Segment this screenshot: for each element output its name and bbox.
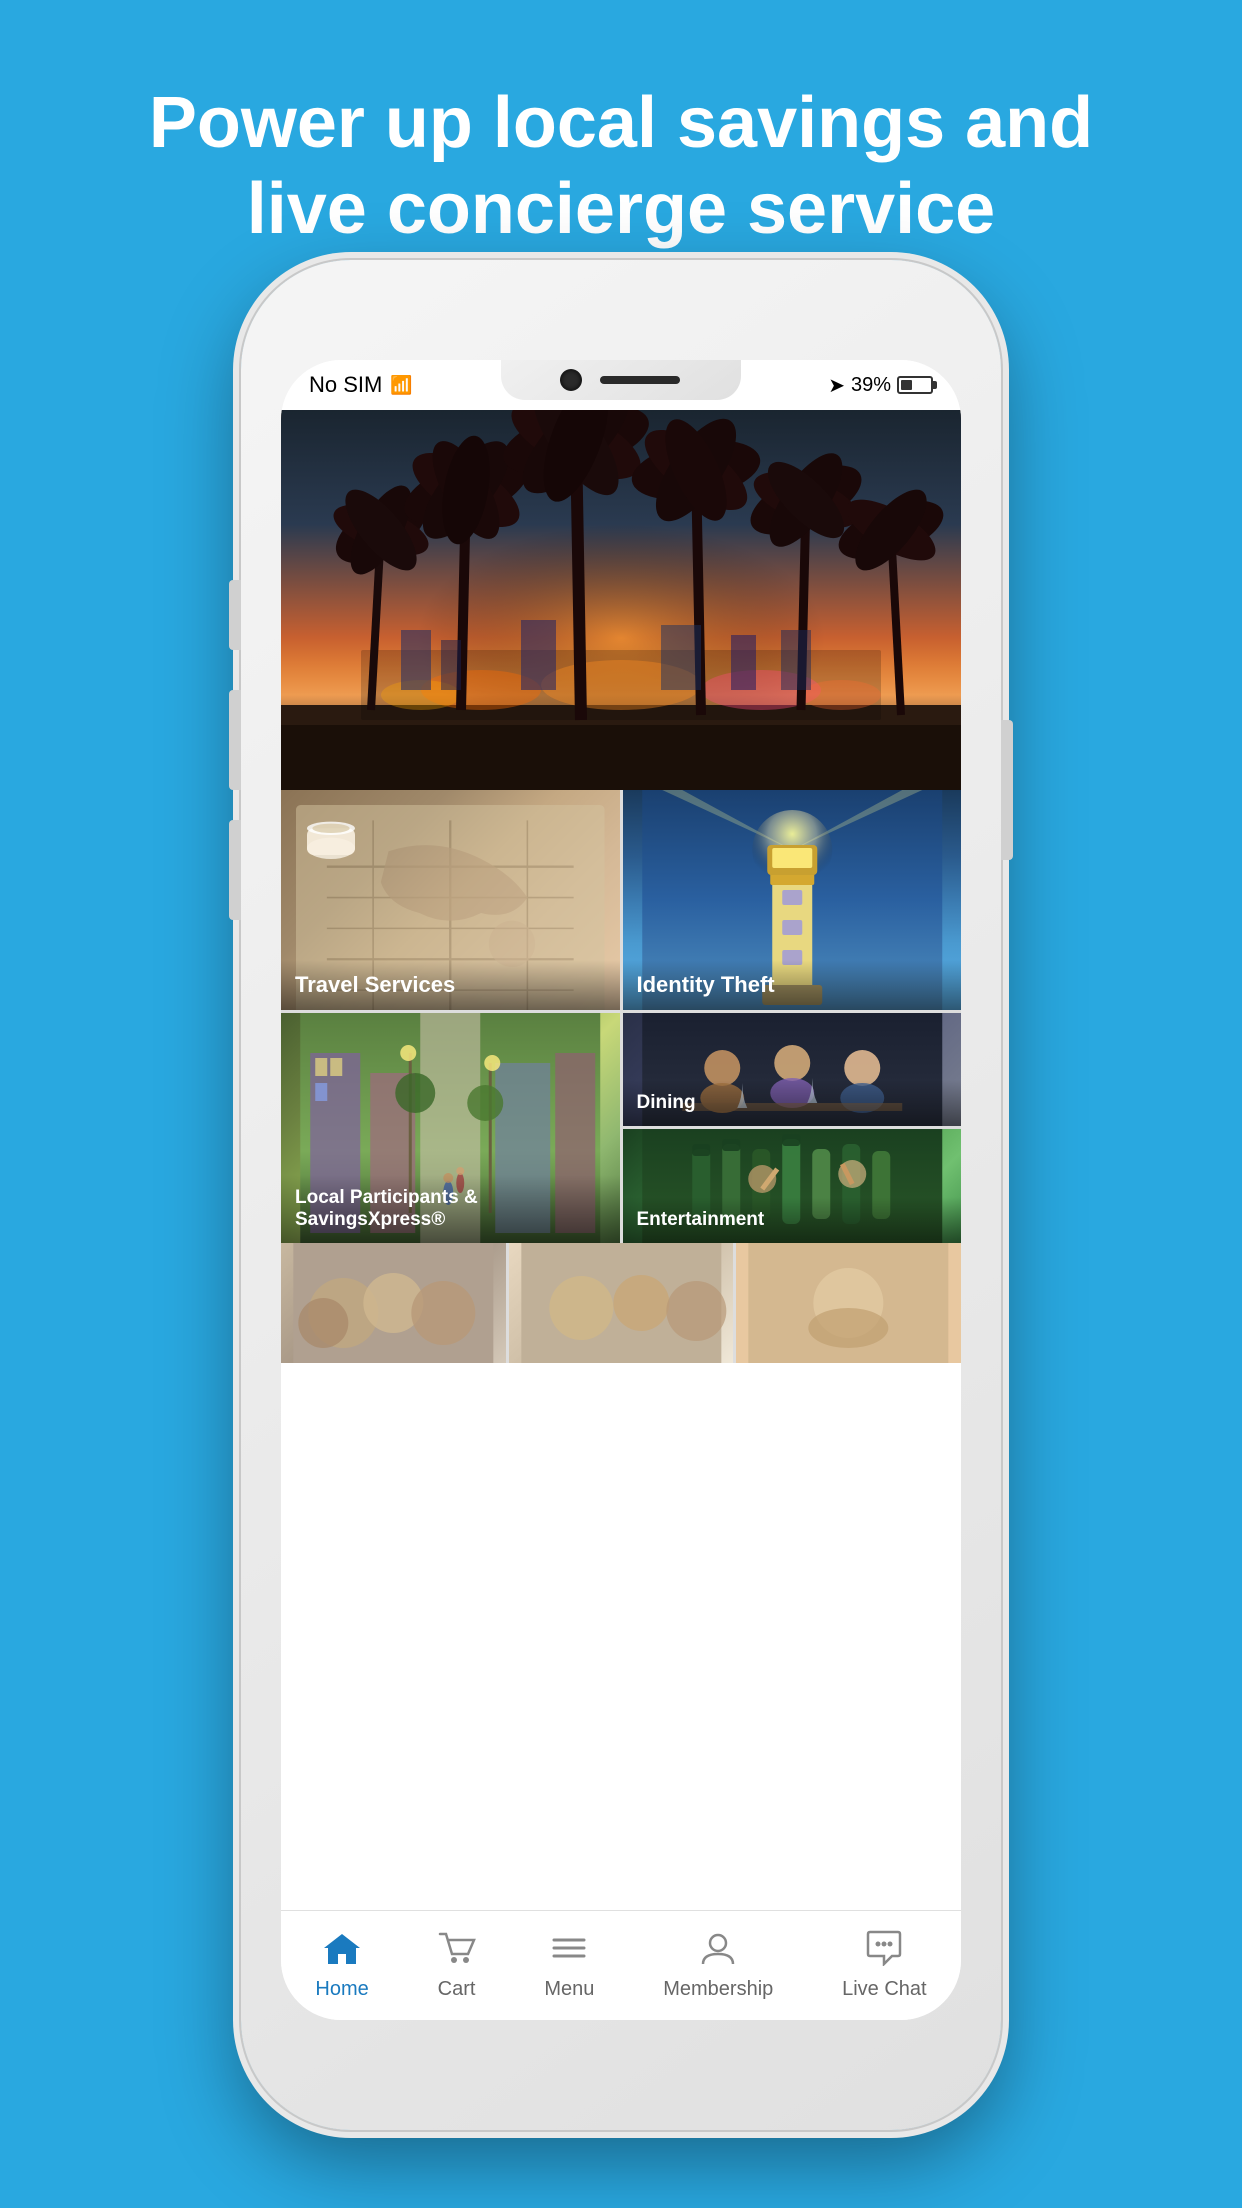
nav-item-menu[interactable]: Menu [544,1930,594,2001]
battery-bar [897,376,933,394]
nav-item-livechat[interactable]: Live Chat [842,1930,927,2001]
dining-label: Dining [623,1080,962,1126]
bottom-nav: Home Cart [281,1910,961,2020]
hero-headline: Power up local savings and live concierg… [0,0,1242,293]
membership-label: Membership [663,1978,773,2001]
right-column: Dining [623,1013,962,1243]
hero-image [281,410,961,790]
speaker-slot [600,376,680,384]
partial-tile-3[interactable] [736,1243,961,1363]
palm-trees [281,410,961,790]
partial-tile-2[interactable] [509,1243,734,1363]
location-icon: ➤ [828,373,845,398]
menu-label: Menu [544,1978,594,2001]
battery-indicator [897,376,933,394]
nav-item-cart[interactable]: Cart [438,1930,476,2001]
partial-illustration-1 [281,1243,506,1363]
battery-percent: 39% [851,374,891,397]
cart-label: Cart [438,1978,476,2001]
category-tile-travel[interactable]: Travel Services [281,790,620,1010]
livechat-label: Live Chat [842,1978,927,2001]
partial-bottom-row [281,1243,961,1363]
nav-item-home[interactable]: Home [315,1930,368,2001]
battery-fill [901,380,912,390]
phone-screen: No SIM 📶 2:32 PM ➤ 39% [281,360,961,2020]
wifi-icon: 📶 [390,375,412,396]
menu-icon [550,1930,588,1972]
home-label: Home [315,1978,368,2001]
camera-dot [562,371,580,389]
scrollable-content: Travel Services [281,410,961,1910]
category-tile-dining[interactable]: Dining [623,1013,962,1126]
partial-illustration-3 [736,1243,961,1363]
category-tile-local[interactable]: Local Participants & SavingsXpress® [281,1013,620,1243]
status-right: ➤ 39% [828,373,933,398]
travel-label: Travel Services [281,960,620,1010]
membership-icon [699,1930,737,1972]
livechat-icon [864,1930,904,1972]
carrier-text: No SIM [309,372,382,398]
nav-item-membership[interactable]: Membership [663,1930,773,2001]
partial-tile-1[interactable] [281,1243,506,1363]
home-icon [322,1930,362,1972]
categories-grid: Travel Services [281,790,961,1243]
category-tile-identity[interactable]: Identity Theft [623,790,962,1010]
identity-label: Identity Theft [623,960,962,1010]
phone-notch [501,360,741,400]
entertainment-label: Entertainment [623,1197,962,1243]
phone-mockup: No SIM 📶 2:32 PM ➤ 39% [241,260,1001,2130]
category-tile-entertainment[interactable]: Entertainment [623,1129,962,1243]
local-label: Local Participants & SavingsXpress® [281,1175,620,1243]
cart-icon [438,1930,476,1972]
partial-illustration-2 [509,1243,734,1363]
coffee-cup-icon [291,800,371,870]
status-left: No SIM 📶 [309,372,413,398]
